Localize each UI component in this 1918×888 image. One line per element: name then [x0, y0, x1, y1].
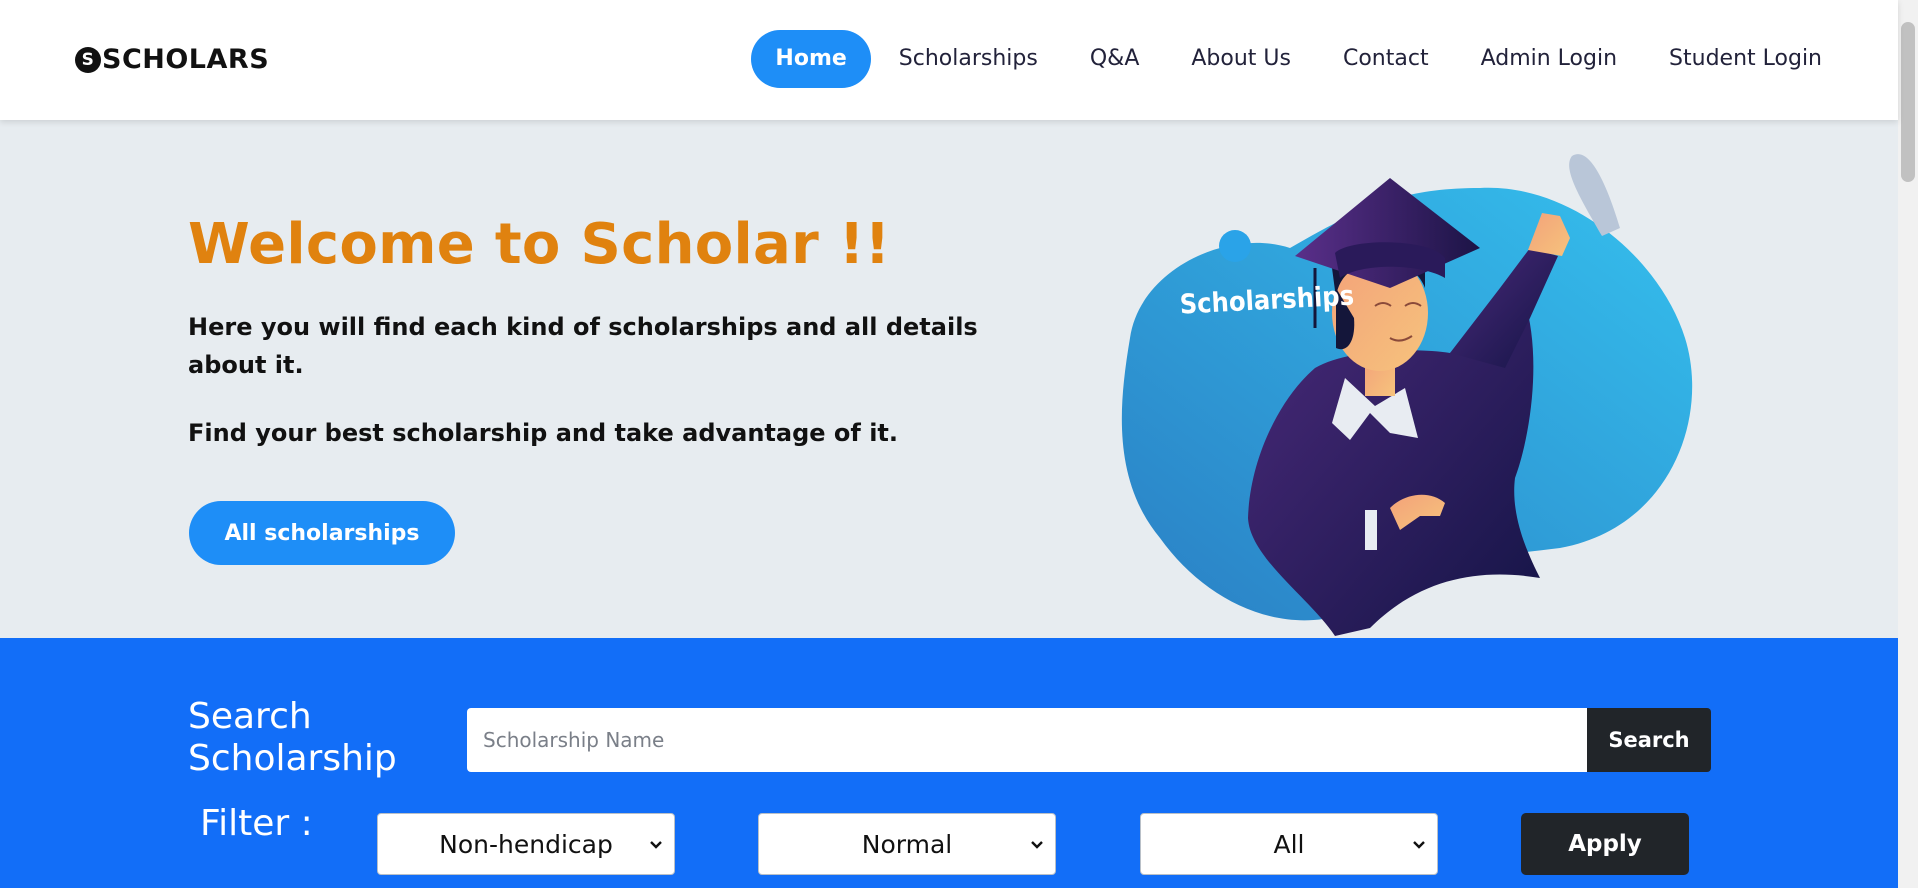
hero-paragraph-2: Find your best scholarship and take adva… — [188, 419, 899, 447]
chevron-down-icon — [650, 841, 662, 849]
scrollbar-thumb[interactable] — [1901, 22, 1915, 182]
graduate-illustration: Scholarships — [1121, 154, 1693, 636]
nav-item-contact[interactable]: Contact — [1317, 30, 1455, 88]
category-filter-select[interactable]: Normal — [758, 813, 1056, 875]
nav-item-home[interactable]: Home — [751, 30, 871, 88]
navbar: S SCHOLARS Home Scholarships Q&A About U… — [0, 0, 1898, 120]
page-scrollbar[interactable] — [1898, 0, 1918, 888]
chevron-down-icon — [1031, 841, 1043, 849]
all-scholarships-button[interactable]: All scholarships — [189, 501, 455, 565]
apply-filter-button[interactable]: Apply — [1521, 813, 1689, 875]
type-filter-value: All — [1273, 829, 1305, 859]
search-button[interactable]: Search — [1587, 708, 1711, 772]
search-title: Search Scholarship — [188, 696, 397, 780]
nav-item-scholarships[interactable]: Scholarships — [873, 30, 1064, 88]
brand-mark-icon: S — [75, 46, 101, 73]
brand-logo[interactable]: S SCHOLARS — [75, 44, 269, 75]
nav-links: Home Scholarships Q&A About Us Contact A… — [751, 30, 1848, 88]
handicap-filter-select[interactable]: Non-hendicap — [377, 813, 675, 875]
category-filter-value: Normal — [861, 829, 953, 859]
search-section: Search Scholarship Search Filter : Non-h… — [0, 638, 1898, 888]
nav-item-qa[interactable]: Q&A — [1064, 30, 1166, 88]
scholarship-name-input[interactable] — [467, 708, 1587, 772]
hero-section: Welcome to Scholar !! Here you will find… — [0, 120, 1898, 638]
search-title-line-2: Scholarship — [188, 738, 397, 779]
nav-item-student-login[interactable]: Student Login — [1643, 30, 1848, 88]
chevron-down-icon — [1413, 841, 1425, 849]
type-filter-select[interactable]: All — [1140, 813, 1438, 875]
nav-item-admin-login[interactable]: Admin Login — [1455, 30, 1643, 88]
hero-title: Welcome to Scholar !! — [188, 212, 891, 277]
handicap-filter-value: Non-hendicap — [439, 829, 613, 859]
nav-item-about-us[interactable]: About Us — [1165, 30, 1317, 88]
hero-paragraph-1: Here you will find each kind of scholars… — [188, 313, 978, 379]
search-title-line-1: Search — [188, 696, 312, 737]
filter-label: Filter : — [200, 803, 313, 844]
brand-name: SCHOLARS — [102, 44, 270, 75]
